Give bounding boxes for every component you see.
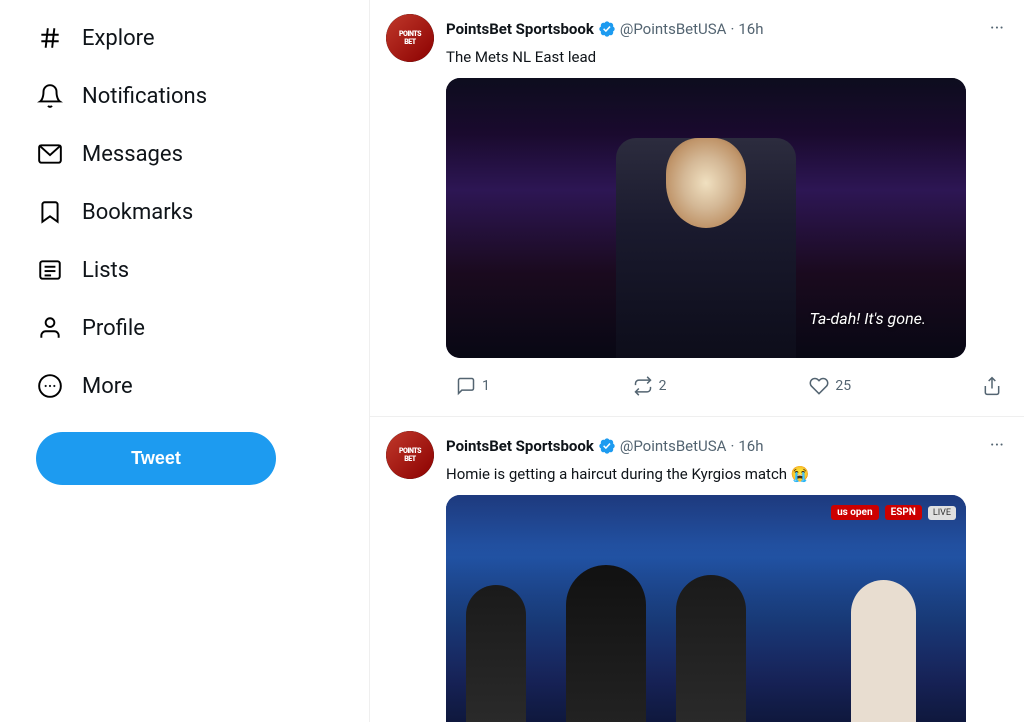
avatar-image: POINTSBET [386, 431, 434, 479]
lists-label: Lists [82, 258, 129, 283]
action-bar: 1 2 25 [446, 370, 1008, 402]
retweet-count: 2 [659, 378, 667, 394]
avatar: POINTSBET [386, 14, 434, 62]
bookmark-icon [36, 198, 64, 226]
image-caption: Ta-dah! It's gone. [809, 309, 926, 328]
more-options-button[interactable]: ··· [986, 431, 1008, 460]
verified-badge-icon [598, 437, 616, 455]
tweet-header: PointsBet Sportsbook @PointsBetUSA · 16h… [446, 431, 1008, 460]
reply-button[interactable]: 1 [446, 370, 619, 402]
tweet-header: PointsBet Sportsbook @PointsBetUSA · 16h… [446, 14, 1008, 43]
more-circle-icon [36, 372, 64, 400]
account-handle: @PointsBetUSA [620, 20, 727, 38]
notifications-label: Notifications [82, 84, 207, 109]
more-options-button[interactable]: ··· [986, 14, 1008, 43]
bookmarks-label: Bookmarks [82, 200, 193, 225]
sidebar-item-explore[interactable]: Explore [20, 10, 349, 66]
sidebar-item-more[interactable]: More [20, 358, 349, 414]
joker-image: Ta-dah! It's gone. [446, 78, 966, 358]
tweet-text: The Mets NL East lead [446, 47, 1008, 68]
tweet-time: 16h [738, 20, 763, 38]
hash-icon [36, 24, 64, 52]
account-name: PointsBet Sportsbook [446, 20, 594, 38]
tweet-time: 16h [738, 437, 763, 455]
tweet-body: PointsBet Sportsbook @PointsBetUSA · 16h… [446, 431, 1008, 722]
explore-label: Explore [82, 26, 155, 51]
sidebar-item-bookmarks[interactable]: Bookmarks [20, 184, 349, 240]
list-icon [36, 256, 64, 284]
tweet-image: us open ESPN LIVE [446, 495, 966, 722]
sidebar: Explore Notifications Messages Bookmarks [0, 0, 370, 722]
like-button[interactable]: 25 [799, 370, 972, 402]
account-handle: @PointsBetUSA [620, 437, 727, 455]
profile-label: Profile [82, 316, 145, 341]
sidebar-item-messages[interactable]: Messages [20, 126, 349, 182]
sidebar-item-lists[interactable]: Lists [20, 242, 349, 298]
tweet-body: PointsBet Sportsbook @PointsBetUSA · 16h… [446, 14, 1008, 402]
messages-label: Messages [82, 142, 183, 167]
avatar-image: POINTSBET [386, 14, 434, 62]
sidebar-item-notifications[interactable]: Notifications [20, 68, 349, 124]
mail-icon [36, 140, 64, 168]
retweet-button[interactable]: 2 [623, 370, 796, 402]
avatar: POINTSBET [386, 431, 434, 479]
user-icon [36, 314, 64, 342]
tweet-button[interactable]: Tweet [36, 432, 276, 485]
main-feed: POINTSBET PointsBet Sportsbook @PointsBe… [370, 0, 1024, 722]
bell-icon [36, 82, 64, 110]
account-name: PointsBet Sportsbook [446, 437, 594, 455]
like-count: 25 [835, 378, 851, 394]
tweet-meta: PointsBet Sportsbook @PointsBetUSA · 16h [446, 437, 764, 455]
tweet-text: Homie is getting a haircut during the Ky… [446, 464, 1008, 485]
share-button[interactable] [976, 370, 1008, 402]
reply-count: 1 [482, 378, 490, 394]
verified-badge-icon [598, 20, 616, 38]
tweet-meta: PointsBet Sportsbook @PointsBetUSA · 16h [446, 20, 764, 38]
sidebar-item-profile[interactable]: Profile [20, 300, 349, 356]
tweet-card: POINTSBET PointsBet Sportsbook @PointsBe… [370, 417, 1024, 722]
tweet-card: POINTSBET PointsBet Sportsbook @PointsBe… [370, 0, 1024, 417]
tweet-image: Ta-dah! It's gone. [446, 78, 966, 358]
crowd-image: us open ESPN LIVE [446, 495, 966, 722]
more-label: More [82, 374, 133, 399]
